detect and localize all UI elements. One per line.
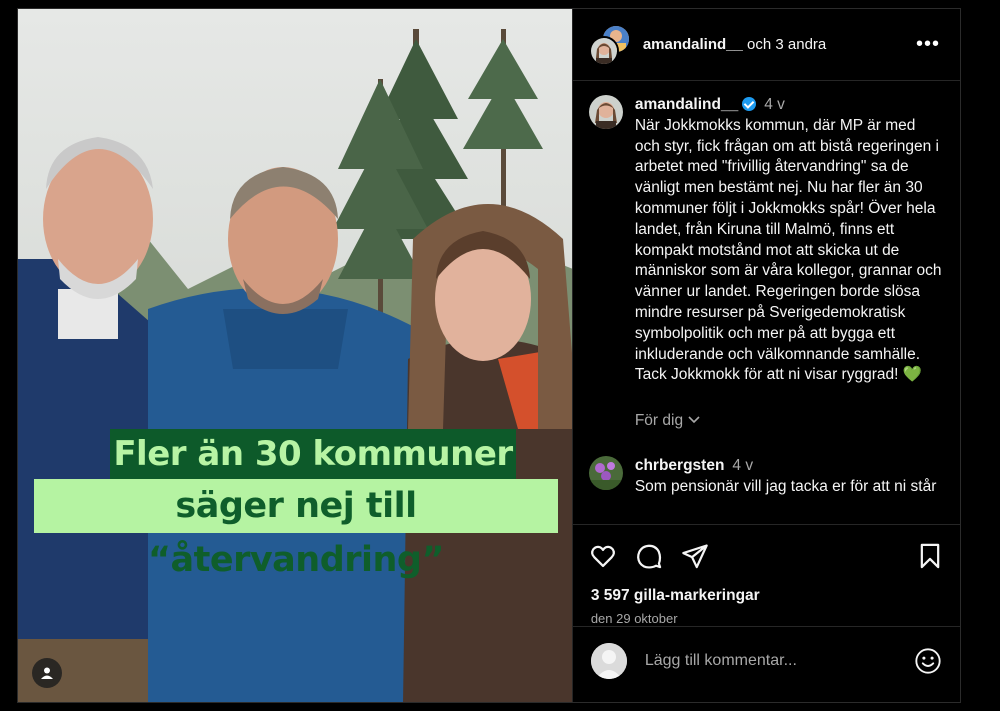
avatar[interactable] [588,456,623,491]
post-side-panel: amandalind__ och 3 andra ••• amandalind_… [571,9,960,702]
comment-time[interactable]: 4 v [764,96,785,113]
comment-username[interactable]: amandalind__ [635,96,738,113]
comment-text: Som pensionär vill jag tacka er för att … [634,477,937,495]
emoji-icon[interactable] [914,647,942,675]
post-image[interactable]: Fler än 30 kommuner säger nej till “åter… [18,9,572,702]
comment-text: När Jokkmokks kommun, där MP är med och … [634,116,942,384]
avatar [590,642,627,679]
comment-input[interactable] [642,650,914,671]
chevron-down-icon [688,416,700,424]
avatar [588,35,619,66]
photo-scene [18,9,572,702]
collab-avatars[interactable] [588,23,631,66]
tagged-user-icon[interactable] [32,658,62,688]
heart-icon[interactable] [589,542,617,570]
post-date[interactable]: den 29 oktober [573,605,960,626]
action-bar [573,525,960,587]
avatar[interactable] [588,95,623,129]
verified-badge-icon [742,97,757,111]
comment-body: chrbergsten 4 v Som pensionär vill jag ta… [635,456,937,498]
comment-time[interactable]: 4 v [732,457,753,474]
header-title[interactable]: amandalind__ och 3 andra [643,36,912,53]
bookmark-icon[interactable] [916,542,944,570]
share-icon[interactable] [681,542,709,570]
green-heart-emoji: 💚 [902,366,923,384]
header-username[interactable]: amandalind__ [643,36,743,53]
comments-list: amandalind__ 4 v När Jokkmokks kommun, dä… [572,81,960,525]
comment-username[interactable]: chrbergsten [635,457,725,474]
post-modal: Fler än 30 kommuner säger nej till “åter… [17,8,961,703]
comment-body: amandalind__ 4 v När Jokkmokks kommun, dä… [635,95,944,386]
post-header: amandalind__ och 3 andra ••• [572,9,960,81]
comment-icon[interactable] [635,542,663,570]
more-options-button[interactable]: ••• [912,29,944,60]
caption-comment: amandalind__ 4 v När Jokkmokks kommun, dä… [588,95,944,386]
caption-line-2: säger nej till “återvandring” [34,479,558,580]
caption-line-1: Fler än 30 kommuner [110,429,516,479]
header-collab-suffix[interactable]: och 3 andra [747,36,826,53]
add-comment-bar [572,626,960,694]
likes-count[interactable]: 3 597 gilla-markeringar [573,587,960,605]
comment-item: chrbergsten 4 v Som pensionär vill jag ta… [588,456,944,498]
for-you-label: För dig [634,412,684,430]
see-translation-button[interactable]: För dig [635,412,944,430]
